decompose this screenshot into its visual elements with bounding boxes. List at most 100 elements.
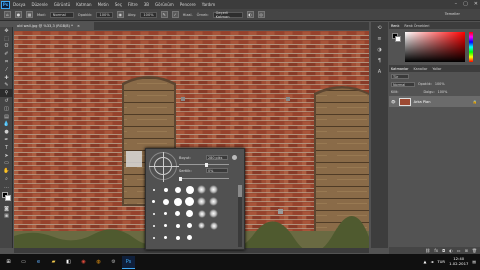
layer-style-icon[interactable]: fx bbox=[434, 248, 438, 253]
background-color-swatch[interactable] bbox=[5, 194, 11, 201]
align-checkbox[interactable]: ✓ bbox=[171, 11, 179, 18]
brush-tip[interactable] bbox=[173, 221, 182, 230]
brush-size-field[interactable]: 280 piks bbox=[206, 155, 228, 160]
brush-tip[interactable] bbox=[149, 185, 158, 194]
pressure-opacity-icon[interactable]: ◉ bbox=[116, 11, 124, 18]
blur-tool-icon[interactable]: 💧 bbox=[0, 121, 13, 129]
brush-tip[interactable] bbox=[149, 233, 158, 242]
shape-tool-icon[interactable]: ▭ bbox=[0, 160, 13, 168]
hue-slider[interactable] bbox=[469, 32, 473, 62]
layer-opacity-value[interactable]: 100% bbox=[435, 82, 445, 86]
menu-metin[interactable]: Metin bbox=[98, 2, 109, 7]
document-tab[interactable]: old wall.jpg @ %33,3 (RGB/8) * × bbox=[14, 22, 94, 30]
menu-pencere[interactable]: Pencere bbox=[180, 2, 196, 7]
brush-tip[interactable] bbox=[209, 221, 218, 230]
new-fill-layer-icon[interactable]: ◐ bbox=[449, 248, 453, 253]
layer-fill-value[interactable]: 100% bbox=[438, 90, 448, 94]
brush-tip[interactable] bbox=[173, 197, 182, 206]
brush-tip[interactable] bbox=[209, 197, 218, 206]
quick-mask-icon[interactable]: ◙ bbox=[0, 205, 13, 213]
brush-tip[interactable] bbox=[197, 197, 206, 206]
notifications-icon[interactable]: ▤ bbox=[472, 259, 476, 264]
brush-tip[interactable] bbox=[173, 233, 182, 242]
history-brush-tool-icon[interactable]: ↺ bbox=[0, 97, 13, 105]
menu-dosya[interactable]: Dosya bbox=[13, 2, 25, 7]
minimize-button[interactable]: – bbox=[455, 1, 458, 7]
zoom-tool-icon[interactable]: ⌕ bbox=[0, 175, 13, 183]
color-swatches[interactable] bbox=[0, 191, 12, 205]
network-icon[interactable]: ▲ bbox=[423, 259, 426, 264]
link-layers-icon[interactable]: ⛓ bbox=[425, 248, 430, 253]
store-icon[interactable]: ◧ bbox=[62, 256, 75, 269]
photoshop-taskbar-icon[interactable]: Ps bbox=[122, 255, 135, 269]
brush-tip[interactable] bbox=[209, 185, 218, 194]
layer-kind-select[interactable]: Tür bbox=[391, 73, 409, 79]
color-bg-swatch[interactable] bbox=[395, 36, 401, 42]
brush-tip[interactable] bbox=[161, 185, 170, 194]
screen-mode-icon[interactable]: ▣ bbox=[0, 213, 13, 221]
brush-tip[interactable] bbox=[197, 209, 206, 218]
brush-list-scrollbar[interactable] bbox=[238, 185, 242, 247]
tab-paths[interactable]: Yollar bbox=[432, 67, 441, 71]
chrome-icon[interactable]: ◉ bbox=[77, 256, 90, 269]
brush-tip[interactable] bbox=[161, 197, 170, 206]
brush-tool-icon[interactable]: ✎ bbox=[0, 82, 13, 90]
clock[interactable]: 12:40 1.02.2017 bbox=[449, 256, 468, 266]
quick-select-tool-icon[interactable]: ✐ bbox=[0, 50, 13, 58]
windows-start-icon[interactable]: ⊞ bbox=[2, 256, 15, 269]
path-select-tool-icon[interactable]: ➤ bbox=[0, 152, 13, 160]
menu-sec[interactable]: Seç bbox=[115, 2, 122, 7]
tab-swatches[interactable]: Renk Örnekleri bbox=[404, 24, 429, 28]
workspace-select[interactable]: Temeller bbox=[445, 12, 460, 16]
brush-tip[interactable] bbox=[185, 185, 194, 194]
layer-blend-select[interactable]: Normal bbox=[391, 81, 415, 87]
brush-tip[interactable] bbox=[161, 209, 170, 218]
brush-tip[interactable] bbox=[173, 209, 182, 218]
gradient-tool-icon[interactable]: ▤ bbox=[0, 113, 13, 121]
tab-layers[interactable]: Katmanlar bbox=[391, 67, 409, 71]
menu-3b[interactable]: 3B bbox=[144, 2, 149, 7]
healing-tool-icon[interactable]: ✚ bbox=[0, 74, 13, 82]
brush-tip[interactable] bbox=[185, 233, 194, 242]
more-tools-icon[interactable]: … bbox=[0, 183, 13, 191]
add-mask-icon[interactable]: ◘ bbox=[442, 248, 445, 253]
brush-tip[interactable] bbox=[161, 221, 170, 230]
brush-tip[interactable] bbox=[209, 209, 218, 218]
color-field[interactable] bbox=[405, 32, 465, 62]
brush-size-slider-knob[interactable] bbox=[204, 162, 208, 167]
hand-tool-icon[interactable]: ✋ bbox=[0, 167, 13, 175]
brush-hardness-field[interactable]: 0% bbox=[206, 168, 228, 173]
eyedropper-tool-icon[interactable]: ⁄ bbox=[0, 66, 13, 74]
mode-select[interactable]: Normal bbox=[49, 11, 74, 18]
brush-tip[interactable] bbox=[173, 185, 182, 194]
firefox-icon[interactable]: ◍ bbox=[92, 256, 105, 269]
dodge-tool-icon[interactable]: ● bbox=[0, 128, 13, 136]
volume-icon[interactable]: ◄ bbox=[430, 259, 433, 264]
brush-tip[interactable] bbox=[197, 185, 206, 194]
brush-hardness-slider-knob[interactable] bbox=[179, 176, 182, 181]
brush-hardness-slider[interactable] bbox=[179, 176, 229, 181]
close-button[interactable]: ✕ bbox=[474, 1, 478, 7]
airbrush-icon[interactable]: ✎ bbox=[160, 11, 168, 18]
history-icon[interactable]: ⟲ bbox=[371, 22, 388, 33]
brush-settings-gear-icon[interactable] bbox=[232, 155, 237, 160]
adjustments-icon[interactable]: ◑ bbox=[371, 44, 388, 55]
menu-yardim[interactable]: Yardım bbox=[202, 2, 215, 7]
eraser-tool-icon[interactable]: ◫ bbox=[0, 105, 13, 113]
brush-tip[interactable] bbox=[197, 221, 206, 230]
character-icon[interactable]: A bbox=[371, 66, 388, 77]
brush-tip[interactable] bbox=[149, 209, 158, 218]
pen-tool-icon[interactable]: ✒ bbox=[0, 136, 13, 144]
move-tool-icon[interactable]: ✥ bbox=[0, 27, 13, 35]
tab-channels[interactable]: Kanallar bbox=[414, 67, 428, 71]
menu-duzenle[interactable]: Düzenle bbox=[31, 2, 47, 7]
brush-size-slider[interactable] bbox=[179, 162, 229, 167]
menu-filtre[interactable]: Filtre bbox=[128, 2, 138, 7]
marquee-tool-icon[interactable]: ⬚ bbox=[0, 35, 13, 43]
file-explorer-icon[interactable]: ▰ bbox=[47, 256, 60, 269]
layer-row-background[interactable]: 👁 Arka Plan 🔒 bbox=[389, 96, 480, 107]
new-group-icon[interactable]: ▭ bbox=[457, 248, 461, 253]
document-tab-close[interactable]: × bbox=[77, 24, 80, 28]
flow-field[interactable]: 100% bbox=[140, 11, 157, 18]
clone-stamp-tool-icon[interactable]: ⚲ bbox=[0, 89, 13, 98]
